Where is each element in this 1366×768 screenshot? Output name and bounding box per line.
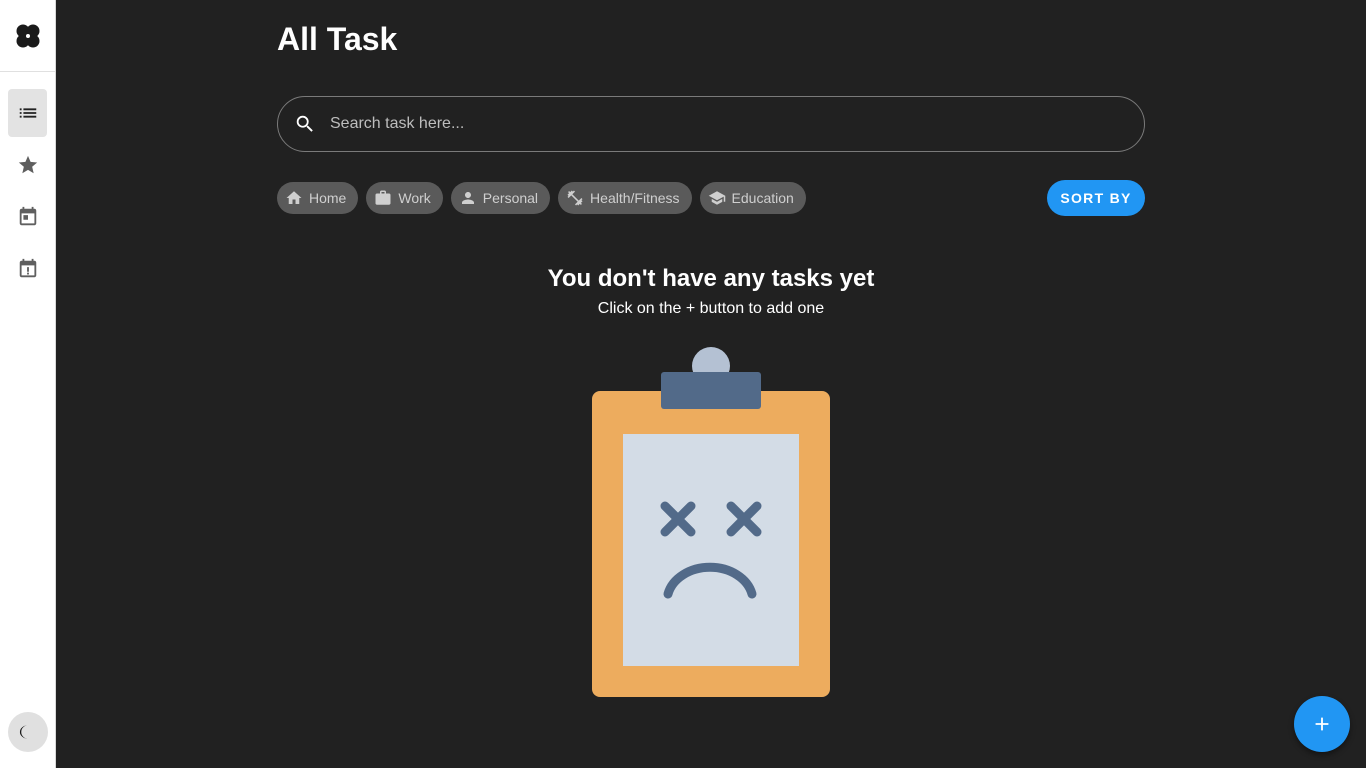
search-input[interactable] [330,115,1144,133]
app-logo[interactable] [0,0,55,72]
category-chip-work[interactable]: Work [366,182,443,214]
empty-state-subtitle: Click on the + button to add one [597,300,825,317]
fitness-icon [567,190,583,206]
page-title: All Task [277,21,398,57]
chip-label: Education [731,190,794,206]
person-icon [461,192,474,204]
star-icon [18,155,37,174]
sidebar-nav [0,72,55,293]
chip-label: Home [309,190,347,206]
empty-state-title: You don't have any tasks yet [547,265,875,292]
moon-icon [19,725,28,739]
calendar-icon [19,206,36,226]
sort-by-button[interactable]: SORT BY [1047,180,1145,216]
clover-logo-icon [16,24,39,47]
sidebar-item-overdue[interactable] [8,245,47,293]
category-chip-home[interactable]: Home [277,182,359,214]
search-bar[interactable] [277,96,1145,152]
school-icon [708,191,725,205]
list-icon [19,108,36,118]
plus-icon [1315,717,1329,731]
calendar-alert-icon [19,258,36,278]
home-icon [286,191,302,204]
sidebar [0,0,56,768]
category-filters: Home Work Personal Health/Fitness Educat… [277,182,806,214]
chip-label: Personal [482,190,539,206]
chip-label: Work [398,190,431,206]
add-task-button[interactable] [1294,696,1350,752]
category-chip-health-fitness[interactable]: Health/Fitness [558,182,692,214]
sidebar-item-important[interactable] [8,141,47,189]
category-chip-personal[interactable]: Personal [450,182,551,214]
briefcase-icon [375,190,391,205]
category-chip-education[interactable]: Education [699,182,806,214]
sad-clipboard-icon [592,347,830,697]
search-icon [296,115,313,132]
sidebar-item-today[interactable] [8,193,47,241]
empty-clipboard-illustration [592,346,832,703]
chip-label: Health/Fitness [590,190,680,206]
sidebar-item-all-tasks[interactable] [8,89,47,137]
theme-toggle-button[interactable] [8,712,48,752]
